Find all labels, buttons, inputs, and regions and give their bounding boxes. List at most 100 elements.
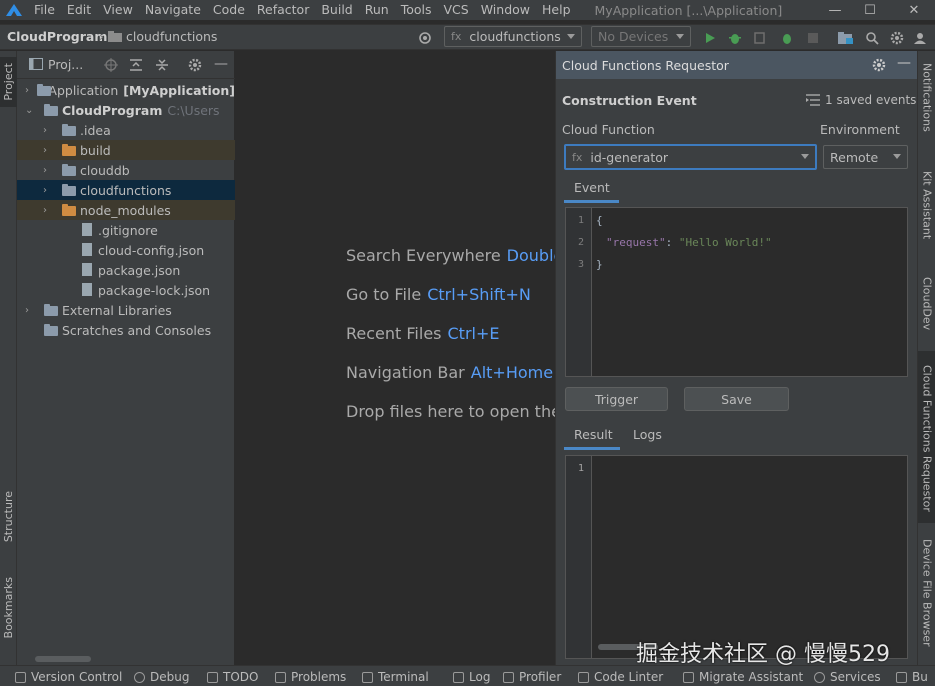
run-config-select[interactable]: fx cloudfunctions [444,26,582,47]
tree-item-package-lock-json[interactable]: package-lock.json [17,280,235,300]
settings-gear-icon[interactable] [889,30,905,46]
locate-icon[interactable] [104,58,118,75]
tree-item-build[interactable]: › build [17,140,235,160]
tool-window-profiler[interactable]: Profiler [503,670,561,684]
tree-item-node-modules[interactable]: › node_modules [17,200,235,220]
tree-item-scratches-and-consoles[interactable]: Scratches and Consoles [17,320,235,340]
chevron-right-icon[interactable]: › [43,125,53,136]
scratches-icon [43,323,59,337]
cloud-function-value: id-generator [590,149,669,165]
menu-help[interactable]: Help [536,0,577,20]
tree-item-cloud-config-json[interactable]: cloud-config.json [17,240,235,260]
menu-file[interactable]: File [28,0,61,20]
target-icon[interactable] [417,30,433,46]
debug-icon[interactable] [727,30,743,46]
save-button[interactable]: Save [684,387,789,411]
menu-vcs[interactable]: VCS [438,0,475,20]
tree-item-gitignore[interactable]: .gitignore [17,220,235,240]
tab-structure[interactable]: Structure [0,487,17,547]
tab-clouddev[interactable]: CloudDev [918,277,935,330]
settings-gear-icon[interactable] [188,58,202,75]
close-icon[interactable]: ✕ [894,0,934,20]
device-select[interactable]: No Devices [591,26,691,47]
tool-window-log[interactable]: Log [453,670,490,684]
terminal-icon [362,671,373,683]
project-structure-icon[interactable] [838,30,854,46]
menu-window[interactable]: Window [475,0,536,20]
maximize-icon[interactable]: ☐ [850,0,890,20]
breadcrumb-project[interactable]: CloudProgram [7,29,107,44]
collapse-all-icon[interactable] [155,58,169,75]
hide-panel-icon[interactable]: — [214,56,228,72]
tab-cloud-functions-requestor[interactable]: Cloud Functions Requestor [918,351,935,523]
tab-logs[interactable]: Logs [633,427,662,442]
tree-item-package-json[interactable]: package.json [17,260,235,280]
attach-debugger-icon[interactable] [752,30,768,46]
tool-window-debug[interactable]: Debug [134,670,189,684]
tree-item-label: .gitignore [98,222,158,238]
tool-window-terminal[interactable]: Terminal [362,670,429,684]
tool-window-code-linter[interactable]: Code Linter [578,670,663,684]
tool-window-bu[interactable]: Bu [896,670,928,684]
tab-result-underline [564,447,620,450]
tab-event[interactable]: Event [574,180,610,195]
editor-hint: Navigation Bar Alt+Home [346,363,553,382]
menu-build[interactable]: Build [315,0,358,20]
settings-gear-icon[interactable] [872,58,886,75]
tool-window-version-control[interactable]: Version Control [15,670,122,684]
expand-all-icon[interactable] [129,58,143,75]
menu-refactor[interactable]: Refactor [251,0,315,20]
chevron-right-icon[interactable]: › [43,205,53,216]
chevron-down-icon[interactable]: ⌄ [25,105,35,116]
tab-kit-assistant[interactable]: Kit Assistant [918,171,935,239]
folder-gray-icon [61,163,77,177]
tree-item-idea[interactable]: › .idea [17,120,235,140]
chevron-right-icon[interactable]: › [43,145,53,156]
tree-item-cloudprogram[interactable]: ⌄ CloudProgram C:\Users [17,100,235,120]
tool-window-label: Code Linter [594,670,664,684]
tab-result[interactable]: Result [574,427,613,442]
menu-edit[interactable]: Edit [61,0,97,20]
tool-window-migrate-assistant[interactable]: Migrate Assistant [683,670,803,684]
hint-shortcut: Ctrl+Shift+N [427,285,531,304]
project-panel-title[interactable]: Proj... [48,57,83,72]
chevron-right-icon[interactable]: › [43,165,53,176]
chevron-right-icon[interactable]: › [25,305,35,316]
cloud-functions-requestor-panel: Cloud Functions Requestor — Construction… [555,51,918,665]
chevron-right-icon[interactable]: › [25,85,31,96]
stop-icon[interactable] [805,30,821,46]
saved-events-link[interactable]: 1 saved events [825,93,916,107]
profile-icon[interactable] [779,30,795,46]
tool-window-services[interactable]: Services [814,670,881,684]
tree-item-external-libraries[interactable]: › External Libraries [17,300,235,320]
search-icon[interactable] [864,30,880,46]
horizontal-scrollbar[interactable] [35,656,91,662]
menu-run[interactable]: Run [359,0,395,20]
breadcrumb-folder[interactable]: cloudfunctions [126,29,217,44]
tool-window-todo[interactable]: TODO [207,670,258,684]
cloud-function-select[interactable]: fx id-generator [564,144,817,170]
tab-bookmarks[interactable]: Bookmarks [0,573,17,643]
saved-events-icon[interactable] [806,94,820,109]
trigger-button[interactable]: Trigger [565,387,668,411]
result-output-area[interactable]: 1 [565,455,908,659]
event-json-editor[interactable]: 1 {2 "request": "Hello World!" 3} [565,207,908,377]
tool-window-problems[interactable]: Problems [275,670,346,684]
run-icon[interactable] [702,30,718,46]
menu-tools[interactable]: Tools [395,0,438,20]
tab-notifications[interactable]: Notifications [918,63,935,132]
menu-view[interactable]: View [97,0,139,20]
tree-item-clouddb[interactable]: › clouddb [17,160,235,180]
tab-clouddev-label: CloudDev [920,277,934,331]
tree-item-application[interactable]: › Application [MyApplication] [17,80,235,100]
minimize-icon[interactable]: — [815,0,855,20]
tab-project[interactable]: Project [0,57,17,107]
chevron-right-icon[interactable]: › [43,185,53,196]
hide-panel-icon[interactable]: — [897,55,911,71]
menu-code[interactable]: Code [207,0,251,20]
tab-device-file-browser[interactable]: Device File Browser [918,539,935,647]
account-icon[interactable] [912,30,928,46]
tree-item-cloudfunctions[interactable]: › cloudfunctions [17,180,235,200]
menu-navigate[interactable]: Navigate [139,0,207,20]
environment-select[interactable]: Remote [823,145,908,169]
